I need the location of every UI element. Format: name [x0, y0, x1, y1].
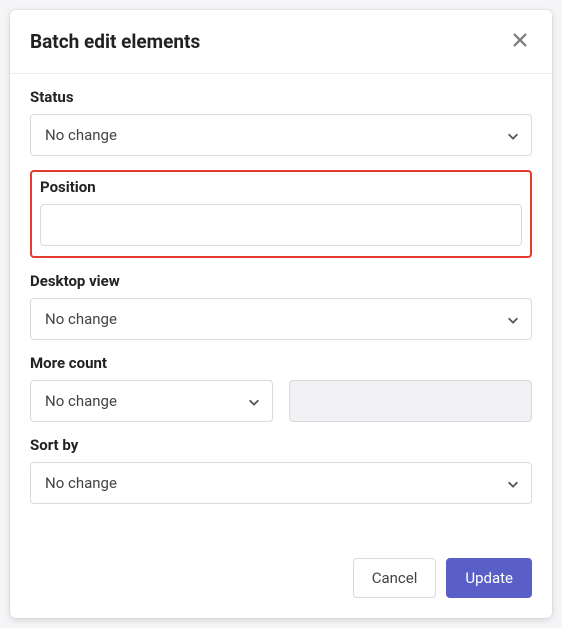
cancel-button[interactable]: Cancel: [353, 558, 437, 598]
sort-by-select[interactable]: No change: [30, 462, 532, 504]
modal-footer: Cancel Update: [10, 544, 552, 618]
desktop-view-label: Desktop view: [30, 272, 532, 290]
more-count-group: More count No change: [30, 354, 532, 422]
update-button[interactable]: Update: [446, 558, 532, 598]
more-count-select-wrap: No change: [30, 380, 273, 422]
sort-by-group: Sort by No change: [30, 436, 532, 504]
status-label: Status: [30, 88, 532, 106]
more-count-label: More count: [30, 354, 532, 372]
batch-edit-modal: Batch edit elements Status No change Pos…: [10, 10, 552, 618]
close-button[interactable]: [508, 28, 532, 55]
more-count-extra-input: [289, 380, 532, 422]
more-count-extra-wrap: [289, 380, 532, 422]
position-input[interactable]: [40, 204, 522, 246]
modal-header: Batch edit elements: [10, 10, 552, 74]
status-select-wrap: No change: [30, 114, 532, 156]
position-group-highlight: Position: [30, 170, 532, 258]
status-select[interactable]: No change: [30, 114, 532, 156]
modal-title: Batch edit elements: [30, 30, 200, 53]
desktop-view-select[interactable]: No change: [30, 298, 532, 340]
sort-by-label: Sort by: [30, 436, 532, 454]
modal-body: Status No change Position Desktop view N…: [10, 74, 552, 544]
more-count-row: No change: [30, 380, 532, 422]
desktop-view-select-wrap: No change: [30, 298, 532, 340]
close-icon: [512, 32, 528, 51]
desktop-view-group: Desktop view No change: [30, 272, 532, 340]
more-count-select[interactable]: No change: [30, 380, 273, 422]
status-group: Status No change: [30, 88, 532, 156]
position-label: Position: [40, 178, 522, 196]
sort-by-select-wrap: No change: [30, 462, 532, 504]
